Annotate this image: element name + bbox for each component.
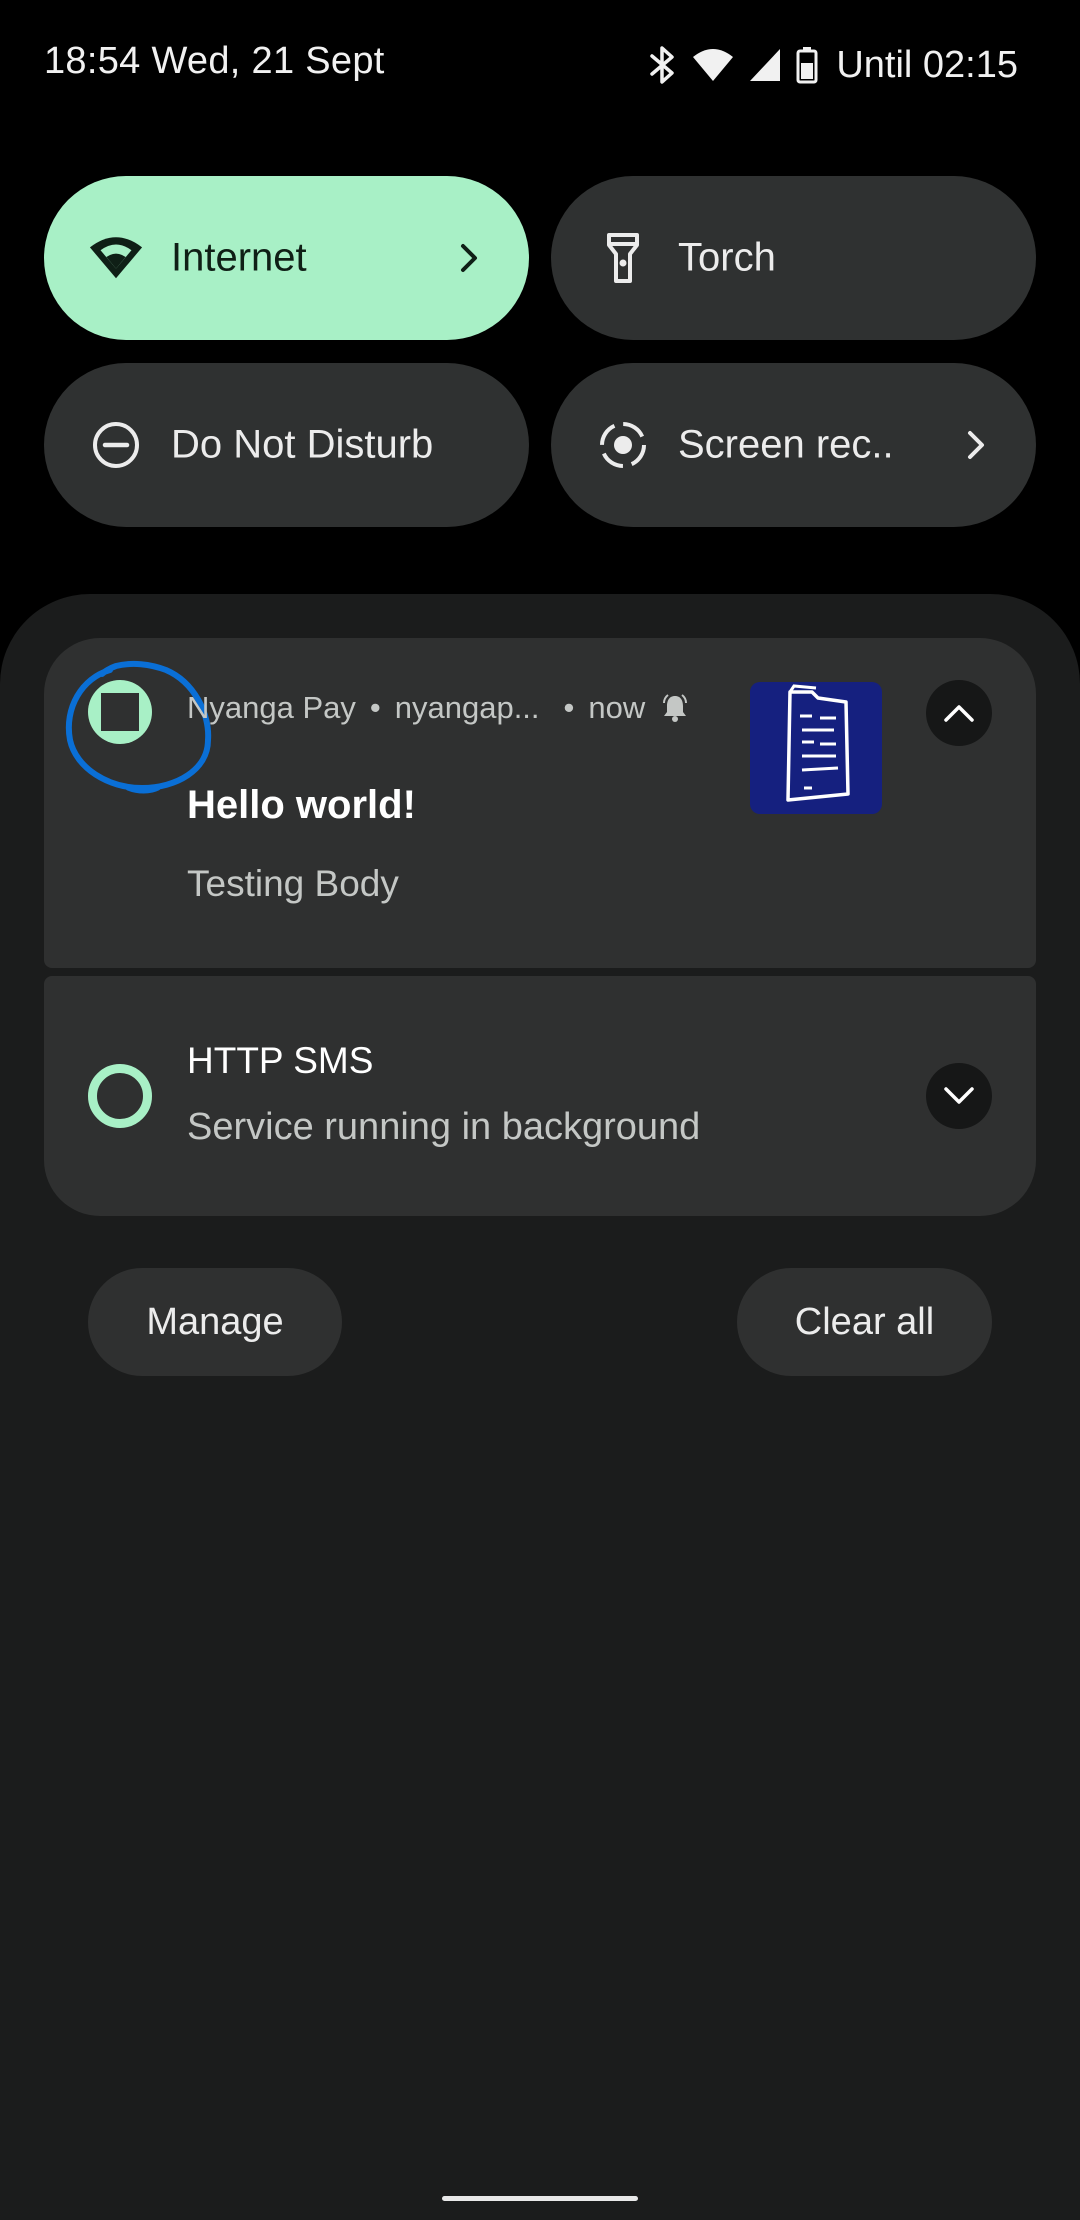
tile-dnd-label: Do Not Disturb (171, 422, 434, 467)
wifi-icon (88, 230, 144, 286)
alert-bell-icon (661, 693, 689, 723)
tile-screen-record-label: Screen rec.. (678, 422, 894, 467)
notification-header: Nyanga Pay • nyangap... • now (187, 690, 689, 726)
app-name: Nyanga Pay (187, 690, 356, 725)
stop-square-icon (101, 693, 139, 731)
separator-dot: • (563, 690, 575, 725)
do-not-disturb-icon (88, 417, 144, 473)
tile-internet-label: Internet (171, 235, 307, 280)
battery-icon (796, 46, 818, 84)
flashlight-icon (595, 230, 651, 286)
app-icon-ring (88, 1064, 152, 1128)
bluetooth-icon (648, 45, 678, 85)
screen-record-icon (595, 417, 651, 473)
separator-dot: • (369, 690, 381, 725)
notification-body: Testing Body (187, 863, 399, 904)
notification-body: Service running in background (187, 1106, 701, 1148)
clear-all-button[interactable]: Clear all (737, 1268, 992, 1376)
battery-status-text: Until 02:15 (836, 43, 1018, 86)
tile-torch[interactable]: Torch (551, 176, 1036, 340)
tile-torch-label: Torch (678, 235, 776, 280)
gesture-navigation-handle[interactable] (442, 2196, 638, 2201)
notification-shade-screen: 18:54 Wed, 21 Sept Until 02:15 Internet … (0, 0, 1080, 2220)
tile-screen-record[interactable]: Screen rec.. (551, 363, 1036, 527)
chevron-right-icon[interactable] (958, 427, 994, 463)
tile-do-not-disturb[interactable]: Do Not Disturb (44, 363, 529, 527)
app-icon (88, 680, 152, 744)
chevron-down-icon (944, 1087, 974, 1104)
tile-internet[interactable]: Internet (44, 176, 529, 340)
notification-title: Hello world! (187, 783, 416, 827)
expand-button[interactable] (926, 1063, 992, 1129)
notification-http-sms[interactable]: HTTP SMS Service running in background (44, 976, 1036, 1216)
cellular-signal-icon (748, 47, 782, 83)
status-time-date: 18:54 Wed, 21 Sept (44, 40, 385, 82)
chevron-right-icon[interactable] (451, 240, 487, 276)
status-icons: Until 02:15 (648, 40, 1018, 90)
notification-channel: nyangap... (394, 690, 540, 725)
notification-time: now (588, 690, 646, 725)
manage-button[interactable]: Manage (88, 1268, 342, 1376)
chevron-up-icon (944, 705, 974, 722)
document-icon (750, 682, 882, 814)
notification-nyanga-pay[interactable]: Nyanga Pay • nyangap... • now Hello worl… (44, 638, 1036, 968)
status-bar: 18:54 Wed, 21 Sept Until 02:15 (0, 0, 1080, 130)
notification-title: HTTP SMS (187, 1040, 374, 1081)
collapse-button[interactable] (926, 680, 992, 746)
wifi-icon (692, 47, 734, 83)
